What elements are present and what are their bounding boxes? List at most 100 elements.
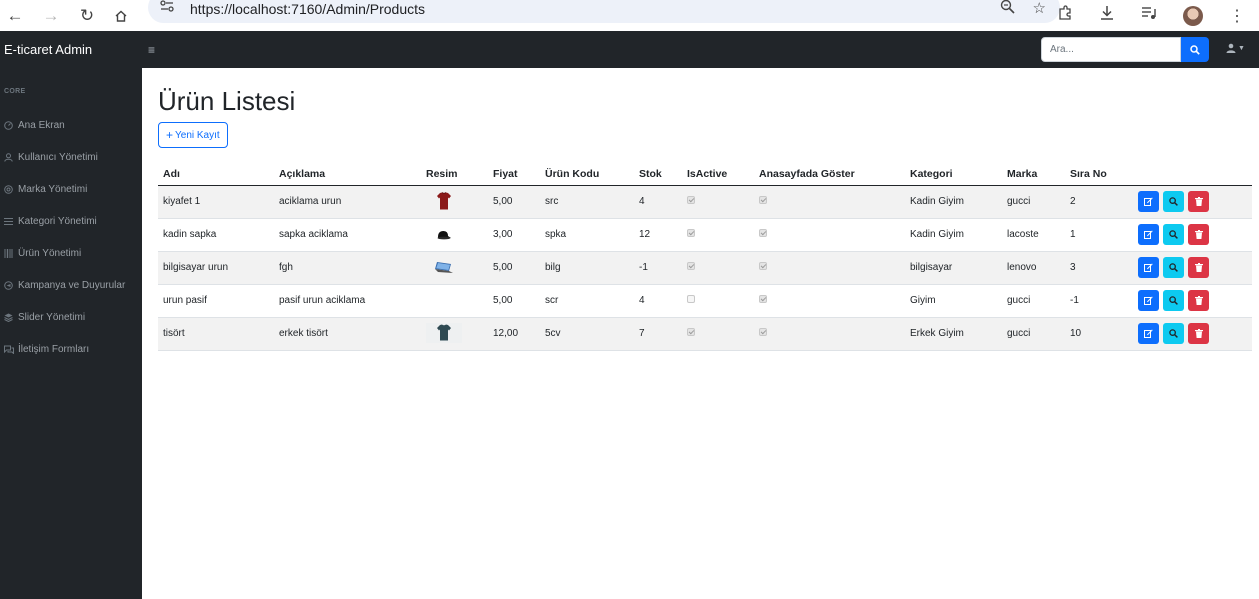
homepage-checkbox[interactable] <box>759 262 767 270</box>
isactive-checkbox[interactable] <box>687 262 695 270</box>
product-image-laptop <box>426 258 462 278</box>
isactive-checkbox[interactable] <box>687 295 695 303</box>
cell-image <box>421 317 488 351</box>
trash-icon <box>1194 296 1203 305</box>
download-icon[interactable] <box>1099 5 1115 26</box>
cell-homepage <box>754 251 905 285</box>
cell-isactive <box>682 284 754 318</box>
sidebar-item-marka[interactable]: Marka Yönetimi <box>0 173 142 205</box>
search-icon <box>1169 296 1178 305</box>
detail-button[interactable] <box>1163 323 1184 344</box>
user-menu[interactable]: ▼ <box>1226 43 1245 53</box>
page-title: Ürün Listesi <box>158 86 296 116</box>
home-icon[interactable] <box>108 3 134 29</box>
cell-homepage <box>754 284 905 318</box>
detail-button[interactable] <box>1163 290 1184 311</box>
sidebar-item-ana-ekran[interactable]: Ana Ekran <box>0 109 142 141</box>
sidebar-item-kullanici[interactable]: Kullanıcı Yönetimi <box>0 141 142 173</box>
cell-stock: 4 <box>634 284 682 318</box>
search-button[interactable] <box>1181 37 1209 62</box>
isactive-checkbox[interactable] <box>687 328 695 336</box>
homepage-checkbox[interactable] <box>759 295 767 303</box>
site-settings-icon[interactable] <box>160 0 180 15</box>
column-header: Anasayfada Göster <box>754 163 905 186</box>
url-text[interactable]: https://localhost:7160/Admin/Products <box>190 1 425 17</box>
edit-button[interactable] <box>1138 191 1159 212</box>
sidebar-item-label: Marka Yönetimi <box>18 183 88 195</box>
reload-icon[interactable]: ↻ <box>74 3 100 29</box>
trash-icon <box>1194 230 1203 239</box>
main-content: Ürün Listesi + Yeni Kayıt Adı Açıklama R… <box>142 68 1259 599</box>
browser-toolbar: ← → ↻ https://localhost:7160/Admin/Produ… <box>0 0 1259 31</box>
cell-name: kadin sapka <box>158 218 274 252</box>
cell-brand: gucci <box>1002 185 1065 219</box>
forward-icon[interactable]: → <box>38 3 64 29</box>
new-record-label: Yeni Kayıt <box>175 129 220 141</box>
address-bar[interactable]: https://localhost:7160/Admin/Products ☆ <box>148 0 1060 23</box>
cell-name: bilgisayar urun <box>158 251 274 285</box>
sidebar-item-slider[interactable]: Slider Yönetimi <box>0 301 142 333</box>
sidebar-item-kategori[interactable]: Kategori Yönetimi <box>0 205 142 237</box>
bookmark-star-icon[interactable]: ☆ <box>1033 0 1046 18</box>
detail-button[interactable] <box>1163 257 1184 278</box>
sidebar-item-kampanya[interactable]: Kampanya ve Duyurular <box>0 269 142 301</box>
media-icon[interactable] <box>1141 5 1157 26</box>
cell-isactive <box>682 185 754 219</box>
delete-button[interactable] <box>1188 224 1209 245</box>
homepage-checkbox[interactable] <box>759 328 767 336</box>
cell-image <box>421 185 488 219</box>
cell-category: Kadin Giyim <box>905 218 1002 252</box>
back-icon[interactable]: ← <box>2 3 28 29</box>
column-header: Kategori <box>905 163 1002 186</box>
gauge-icon <box>4 120 18 130</box>
cell-isactive <box>682 251 754 285</box>
search-input[interactable] <box>1041 37 1181 62</box>
sidebar-item-urun[interactable]: Ürün Yönetimi <box>0 237 142 269</box>
cell-description: fgh <box>274 251 421 285</box>
cell-category: Giyim <box>905 284 1002 318</box>
sidebar-item-label: Kullanıcı Yönetimi <box>18 151 98 163</box>
cell-actions <box>1133 284 1252 318</box>
product-image-cap <box>426 225 462 245</box>
cell-brand: lenovo <box>1002 251 1065 285</box>
search-icon <box>1169 329 1178 338</box>
cell-actions <box>1133 185 1252 219</box>
delete-button[interactable] <box>1188 290 1209 311</box>
edit-button[interactable] <box>1138 224 1159 245</box>
sidebar-item-iletisim[interactable]: İletişim Formları <box>0 333 142 365</box>
products-table: Adı Açıklama Resim Fiyat Ürün Kodu Stok … <box>158 163 1252 351</box>
detail-button[interactable] <box>1163 224 1184 245</box>
homepage-checkbox[interactable] <box>759 229 767 237</box>
edit-button[interactable] <box>1138 290 1159 311</box>
delete-button[interactable] <box>1188 257 1209 278</box>
delete-button[interactable] <box>1188 323 1209 344</box>
column-header <box>1133 163 1252 186</box>
edit-button[interactable] <box>1138 257 1159 278</box>
detail-button[interactable] <box>1163 191 1184 212</box>
sidebar-item-label: Ürün Yönetimi <box>18 247 82 259</box>
column-header: Ürün Kodu <box>540 163 634 186</box>
chat-icon <box>4 345 18 354</box>
column-header: IsActive <box>682 163 754 186</box>
brand-title[interactable]: E-ticaret Admin <box>4 42 144 57</box>
cell-description: erkek tisört <box>274 317 421 351</box>
sidebar-item-label: Slider Yönetimi <box>18 311 86 323</box>
edit-button[interactable] <box>1138 323 1159 344</box>
cell-code: bilg <box>540 251 634 285</box>
new-record-button[interactable]: + Yeni Kayıt <box>158 122 228 148</box>
extensions-icon[interactable] <box>1057 5 1073 26</box>
isactive-checkbox[interactable] <box>687 196 695 204</box>
top-navbar: E-ticaret Admin ≡ ▼ <box>0 31 1259 68</box>
delete-button[interactable] <box>1188 191 1209 212</box>
isactive-checkbox[interactable] <box>687 229 695 237</box>
sidebar-toggle-icon[interactable]: ≡ <box>148 43 155 57</box>
cell-order: -1 <box>1065 284 1133 318</box>
profile-avatar[interactable] <box>1183 5 1203 26</box>
more-menu-icon[interactable]: ⋮ <box>1229 6 1245 26</box>
cell-price: 12,00 <box>488 317 540 351</box>
cell-order: 10 <box>1065 317 1133 351</box>
zoom-icon[interactable] <box>1000 0 1015 18</box>
cell-price: 5,00 <box>488 251 540 285</box>
cell-code: 5cv <box>540 317 634 351</box>
homepage-checkbox[interactable] <box>759 196 767 204</box>
